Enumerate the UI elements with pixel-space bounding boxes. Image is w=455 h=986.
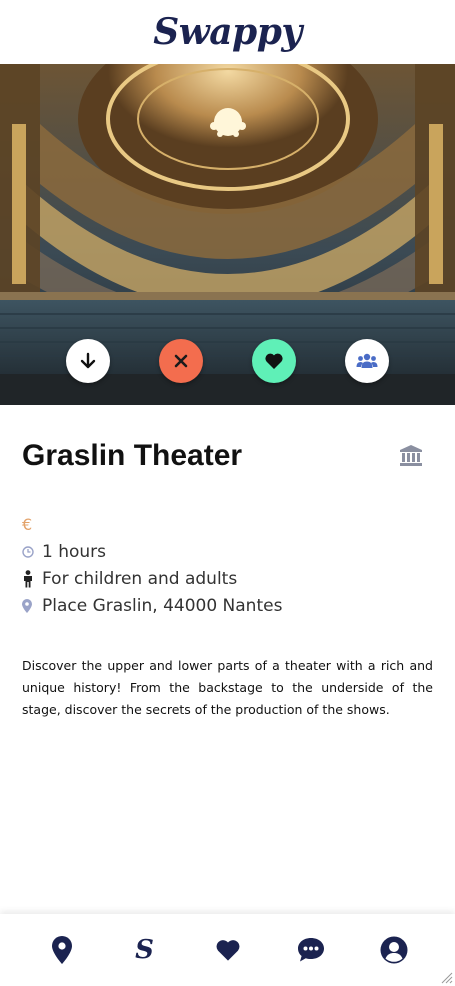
action-buttons — [0, 339, 455, 383]
nav-favorites[interactable] — [206, 928, 250, 972]
price-row: € — [22, 511, 433, 538]
app-logo[interactable]: Swappy — [153, 11, 302, 53]
location-pin-icon — [22, 598, 32, 613]
nav-map[interactable] — [40, 928, 84, 972]
activity-meta: € 1 hours For children and adults Place … — [22, 511, 433, 619]
swappy-s-icon: S — [135, 935, 154, 965]
activity-description: Discover the upper and lower parts of a … — [22, 658, 433, 717]
audience-row: For children and adults — [22, 565, 433, 592]
title-row: Graslin Theater — [22, 439, 433, 473]
dismiss-button[interactable] — [159, 339, 203, 383]
person-icon — [24, 569, 32, 587]
profile-icon — [380, 936, 407, 964]
activity-hero — [0, 64, 455, 405]
nav-swappy[interactable]: S — [123, 928, 167, 972]
app-header: Swappy — [0, 0, 455, 64]
clock-icon — [22, 545, 34, 558]
price-indicator: € — [22, 515, 33, 534]
museum-icon — [400, 445, 422, 466]
address-text: Place Graslin, 44000 Nantes — [42, 595, 283, 616]
nav-messages[interactable] — [289, 928, 333, 972]
nav-profile[interactable] — [372, 928, 416, 972]
group-icon — [356, 353, 378, 368]
heart-icon — [265, 353, 283, 369]
map-pin-icon — [51, 936, 72, 964]
like-button[interactable] — [252, 339, 296, 383]
duration-row: 1 hours — [22, 538, 433, 565]
download-icon — [80, 352, 96, 369]
duration-text: 1 hours — [42, 541, 107, 562]
address-row: Place Graslin, 44000 Nantes — [22, 592, 433, 619]
activity-title: Graslin Theater — [22, 439, 243, 472]
download-button[interactable] — [66, 339, 110, 383]
bottom-navigation: S — [0, 914, 455, 986]
resize-grip-icon[interactable] — [439, 970, 453, 984]
heart-icon — [216, 940, 239, 961]
activity-details: Graslin Theater € 1 hours For children a… — [0, 439, 455, 721]
chat-icon — [297, 938, 324, 962]
close-icon — [174, 354, 188, 368]
share-group-button[interactable] — [345, 339, 389, 383]
audience-text: For children and adults — [42, 568, 238, 589]
